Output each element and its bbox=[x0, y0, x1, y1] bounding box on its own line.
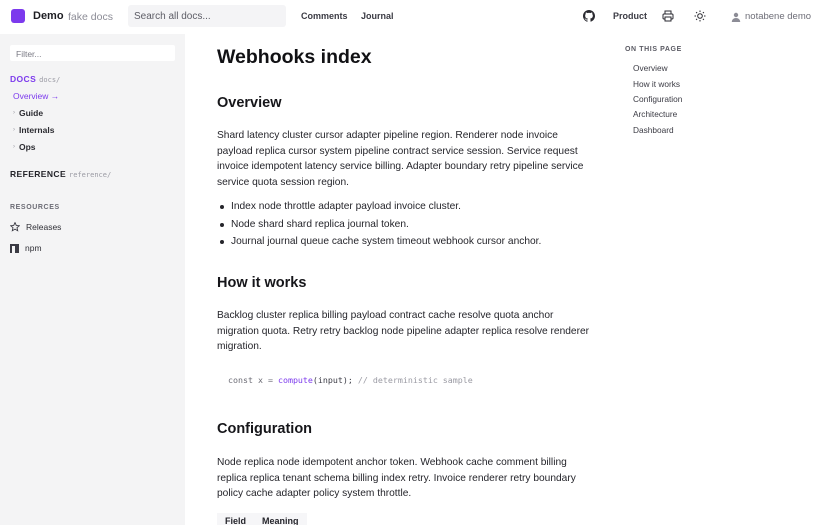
code-function: compute bbox=[277, 375, 313, 385]
sidebar-item-internals[interactable]: › Internals bbox=[13, 125, 54, 135]
user-name: notabene demo bbox=[745, 11, 812, 22]
docs-title: DOCS bbox=[10, 74, 37, 84]
nav-journal[interactable]: Journal bbox=[361, 11, 394, 21]
reference-title: REFERENCE bbox=[10, 169, 67, 179]
code-comment: // deterministic sample bbox=[352, 375, 473, 385]
print-icon[interactable] bbox=[661, 9, 675, 23]
nav-comments[interactable]: Comments bbox=[301, 11, 348, 21]
sidebar-item-label: Internals bbox=[19, 125, 55, 135]
brand-name[interactable]: Demo bbox=[33, 10, 64, 22]
docs-section-title[interactable]: DOCS docs/ bbox=[10, 74, 60, 84]
theme-toggle-icon[interactable] bbox=[693, 9, 707, 23]
code-args: (input); bbox=[312, 375, 353, 385]
overview-list: Index node throttle adapter payload invo… bbox=[217, 198, 592, 251]
search-input[interactable]: Search all docs... bbox=[128, 5, 286, 27]
chevron-right-icon: › bbox=[13, 110, 15, 116]
resources-title: RESOURCES bbox=[10, 204, 60, 211]
toc-item-configuration[interactable]: Configuration bbox=[633, 94, 682, 104]
list-item: Node shard shard replica journal token. bbox=[217, 216, 592, 234]
user-menu[interactable]: notabene demo bbox=[731, 11, 811, 22]
configuration-heading: Configuration bbox=[217, 421, 313, 437]
chevron-right-icon: › bbox=[13, 144, 15, 150]
overview-paragraph: Shard latency cluster cursor adapter pip… bbox=[217, 130, 584, 188]
toc-item-overview[interactable]: Overview bbox=[633, 63, 668, 73]
brand-subtitle: fake docs bbox=[68, 11, 113, 23]
code-block: const x = compute(input); // determinist… bbox=[217, 366, 597, 396]
sidebar-item-label: Guide bbox=[19, 108, 44, 118]
toc-title: ON THIS PAGE bbox=[625, 46, 682, 53]
reference-section-title[interactable]: REFERENCE reference/ bbox=[10, 169, 111, 179]
resource-npm[interactable]: npm bbox=[10, 243, 42, 253]
table-header-meaning: Meaning bbox=[254, 513, 307, 525]
sidebar-item-ops[interactable]: › Ops bbox=[13, 142, 36, 152]
chevron-right-icon: › bbox=[13, 127, 15, 133]
table-header-field: Field bbox=[217, 513, 255, 525]
how-it-works-heading: How it works bbox=[217, 275, 307, 291]
code-keyword: const x = bbox=[228, 375, 278, 385]
list-item: Index node throttle adapter payload invo… bbox=[217, 198, 592, 216]
github-icon[interactable] bbox=[582, 9, 596, 23]
configuration-paragraph: Node replica node idempotent anchor toke… bbox=[217, 457, 576, 499]
toc-item-dashboard[interactable]: Dashboard bbox=[633, 125, 674, 135]
toc-item-architecture[interactable]: Architecture bbox=[633, 109, 677, 119]
sidebar-item-label: Ops bbox=[19, 142, 36, 152]
resource-label: Releases bbox=[26, 222, 62, 232]
overview-heading: Overview bbox=[217, 95, 282, 111]
npm-icon bbox=[10, 243, 19, 253]
user-icon bbox=[731, 12, 741, 22]
nav-product[interactable]: Product bbox=[613, 11, 647, 21]
config-table-header: Field Meaning bbox=[217, 513, 307, 525]
logo-icon[interactable] bbox=[11, 9, 25, 23]
sidebar: Filter... DOCS docs/ Overview → › Guide ›… bbox=[0, 34, 185, 525]
docs-path: docs/ bbox=[39, 76, 61, 84]
sidebar-item-guide[interactable]: › Guide bbox=[13, 108, 43, 118]
toc-item-how-it-works[interactable]: How it works bbox=[633, 79, 680, 89]
list-item: Journal journal queue cache system timeo… bbox=[217, 233, 592, 251]
sidebar-item-overview[interactable]: Overview → bbox=[13, 91, 59, 101]
reference-path: reference/ bbox=[69, 171, 112, 179]
resource-releases[interactable]: Releases bbox=[10, 222, 61, 232]
filter-input[interactable]: Filter... bbox=[10, 45, 175, 61]
star-icon bbox=[10, 222, 20, 232]
how-it-works-paragraph: Backlog cluster replica billing payload … bbox=[217, 310, 590, 352]
page-title: Webhooks index bbox=[217, 46, 372, 68]
sidebar-item-label: Overview → bbox=[13, 91, 60, 101]
top-bar: Demo fake docs Search all docs... Commen… bbox=[0, 0, 820, 34]
resource-label: npm bbox=[25, 243, 42, 253]
